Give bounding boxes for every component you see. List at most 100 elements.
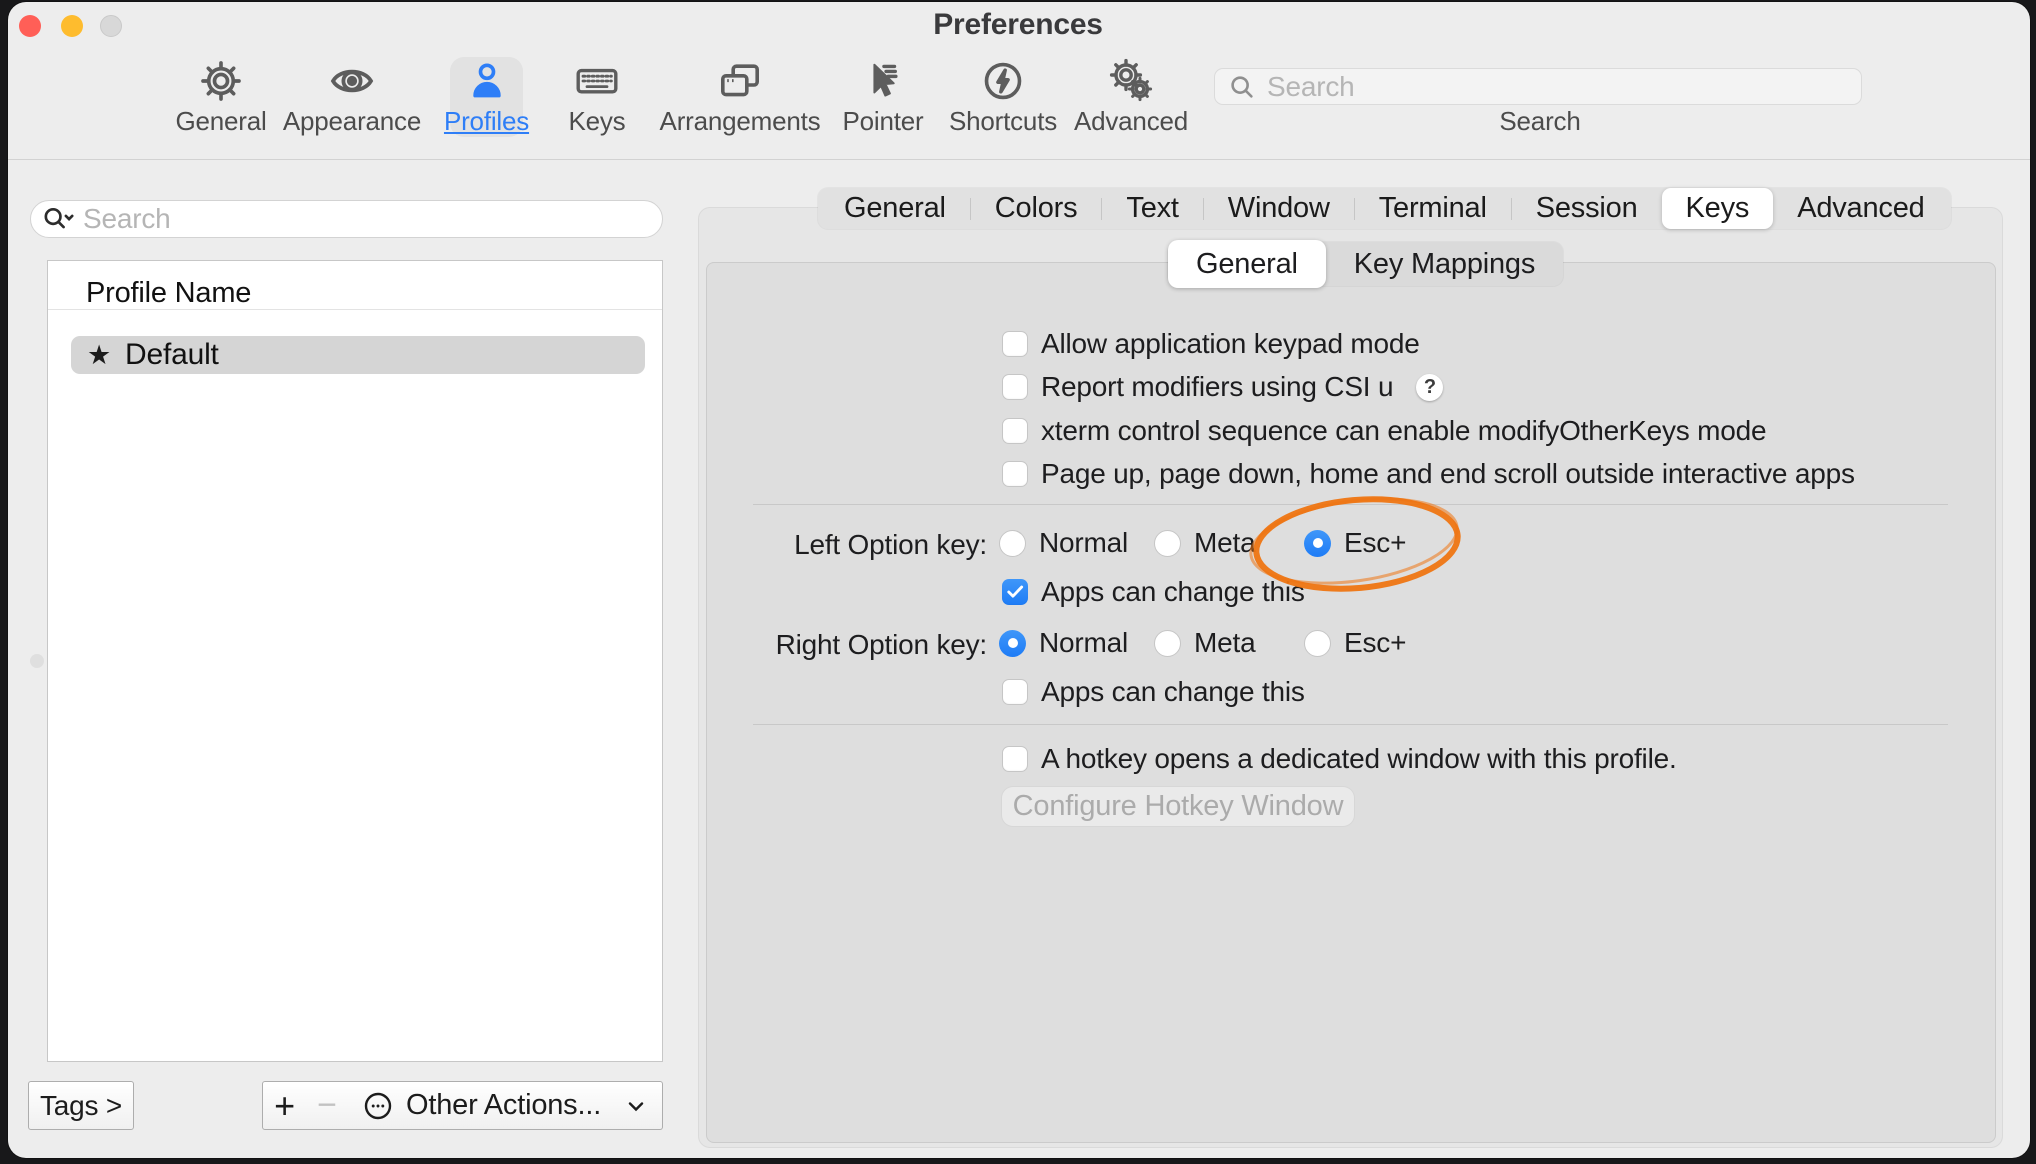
keyboard-icon: [573, 57, 621, 105]
toolbar-label: Advanced: [1074, 106, 1188, 137]
radio-unselected[interactable]: [999, 530, 1026, 557]
checkbox-row-left-apps-can-change[interactable]: Apps can change this: [1002, 578, 1305, 606]
checkbox-unchecked[interactable]: [1002, 418, 1028, 444]
left-option-key-label: Left Option key:: [697, 529, 987, 561]
tab-colors[interactable]: Colors: [971, 188, 1102, 229]
checkbox-label: Apps can change this: [1041, 576, 1305, 608]
profile-list: Profile Name ★ Default: [47, 260, 663, 1062]
toolbar-search-label: Search: [1450, 106, 1630, 137]
toolbar-label: Keys: [568, 106, 625, 137]
radio-label: Esc+: [1344, 527, 1406, 559]
profile-list-header: Profile Name: [86, 277, 251, 310]
toolbar-search-input[interactable]: Search: [1214, 68, 1862, 105]
bolt-circle-icon: [980, 57, 1026, 105]
window-title: Preferences: [8, 8, 2030, 42]
gear-icon: [198, 57, 244, 105]
tab-terminal[interactable]: Terminal: [1355, 188, 1511, 229]
checkbox-label: A hotkey opens a dedicated window with t…: [1041, 743, 1677, 775]
toolbar-item-keys[interactable]: Keys: [532, 57, 662, 137]
toolbar-item-advanced[interactable]: Advanced: [1066, 57, 1196, 137]
gears-icon: [1107, 57, 1155, 105]
toolbar-label: Shortcuts: [949, 106, 1057, 137]
radio-right-meta[interactable]: Meta: [1154, 629, 1255, 657]
radio-right-normal[interactable]: Normal: [999, 629, 1128, 657]
checkbox-label: Report modifiers using CSI u: [1041, 371, 1393, 403]
windows-icon: [716, 57, 764, 105]
radio-selected[interactable]: [1304, 530, 1331, 557]
subtab-key-mappings[interactable]: Key Mappings: [1326, 242, 1563, 286]
list-header-divider: [48, 309, 662, 310]
toolbar-search-placeholder: Search: [1267, 71, 1355, 103]
tags-button[interactable]: Tags >: [28, 1081, 134, 1130]
radio-selected[interactable]: [999, 630, 1026, 657]
profile-search-input[interactable]: Search: [30, 200, 663, 238]
add-profile-button[interactable]: +: [262, 1081, 307, 1130]
toolbar-item-pointer[interactable]: Pointer: [818, 57, 948, 137]
radio-unselected[interactable]: [1154, 530, 1181, 557]
checkbox-unchecked[interactable]: [1002, 331, 1028, 357]
star-icon: ★: [87, 342, 111, 369]
profile-tab-bar: General Colors Text Window Terminal Sess…: [818, 188, 1951, 229]
remove-profile-button[interactable]: −: [306, 1081, 349, 1130]
check-icon: [1005, 582, 1025, 602]
radio-label: Meta: [1194, 527, 1255, 559]
search-icon: [1227, 72, 1257, 102]
toolbar-item-general[interactable]: General: [156, 57, 286, 137]
configure-hotkey-window-button: Configure Hotkey Window: [1002, 787, 1354, 826]
subtab-general[interactable]: General: [1168, 240, 1326, 288]
checkbox-row-right-apps-can-change[interactable]: Apps can change this: [1002, 678, 1305, 706]
toolbar-item-profiles[interactable]: Profiles: [450, 57, 523, 137]
preferences-window: Preferences General Appearance Profiles: [8, 2, 2030, 1158]
help-button[interactable]: ?: [1416, 374, 1443, 401]
person-icon: [464, 57, 510, 105]
checkbox-row-scroll-outside[interactable]: Page up, page down, home and end scroll …: [1002, 460, 1855, 488]
checkbox-row-hotkey-window[interactable]: A hotkey opens a dedicated window with t…: [1002, 745, 1677, 773]
pane-splitter-handle[interactable]: [30, 654, 44, 668]
checkbox-unchecked[interactable]: [1002, 679, 1028, 705]
checkbox-unchecked[interactable]: [1002, 746, 1028, 772]
checkbox-label: Apps can change this: [1041, 676, 1305, 708]
checkbox-row-modify-other-keys[interactable]: xterm control sequence can enable modify…: [1002, 417, 1766, 445]
tab-keys[interactable]: Keys: [1662, 188, 1774, 229]
profile-name: Default: [125, 338, 219, 372]
checkbox-row-keypad-mode[interactable]: Allow application keypad mode: [1002, 330, 1420, 358]
radio-left-meta[interactable]: Meta: [1154, 529, 1255, 557]
radio-left-esc[interactable]: Esc+: [1304, 529, 1406, 557]
profile-row-default[interactable]: ★ Default: [71, 336, 645, 374]
checkbox-checked[interactable]: [1002, 579, 1028, 605]
toolbar-label: Profiles: [444, 106, 529, 137]
toolbar-label: Appearance: [283, 106, 421, 137]
profile-search-placeholder: Search: [83, 203, 171, 235]
radio-unselected[interactable]: [1304, 630, 1331, 657]
radio-left-normal[interactable]: Normal: [999, 529, 1128, 557]
toolbar-item-shortcuts[interactable]: Shortcuts: [938, 57, 1068, 137]
checkbox-unchecked[interactable]: [1002, 374, 1028, 400]
radio-right-esc[interactable]: Esc+: [1304, 629, 1406, 657]
checkbox-label: xterm control sequence can enable modify…: [1041, 415, 1766, 447]
radio-unselected[interactable]: [1154, 630, 1181, 657]
checkbox-unchecked[interactable]: [1002, 461, 1028, 487]
radio-label: Meta: [1194, 627, 1255, 659]
tab-window[interactable]: Window: [1204, 188, 1354, 229]
radio-label: Esc+: [1344, 627, 1406, 659]
right-option-key-label: Right Option key:: [697, 629, 987, 661]
toolbar-divider: [8, 159, 2030, 160]
section-divider: [753, 504, 1948, 505]
toolbar-label: Arrangements: [660, 106, 821, 137]
checkbox-row-csi-u[interactable]: Report modifiers using CSI u ?: [1002, 373, 1443, 401]
section-divider: [753, 724, 1948, 725]
chevron-down-icon: [624, 1094, 648, 1118]
toolbar-item-arrangements[interactable]: Arrangements: [665, 57, 815, 137]
tab-session[interactable]: Session: [1512, 188, 1662, 229]
keys-subtab-bar: General Key Mappings: [1168, 242, 1563, 286]
tab-general[interactable]: General: [820, 188, 970, 229]
search-filter-icon: [41, 203, 75, 235]
tab-text[interactable]: Text: [1102, 188, 1202, 229]
tab-advanced[interactable]: Advanced: [1773, 188, 1948, 229]
other-actions-dropdown[interactable]: Other Actions...: [348, 1081, 663, 1130]
other-actions-label: Other Actions...: [406, 1089, 612, 1122]
toolbar-item-appearance[interactable]: Appearance: [287, 57, 417, 137]
ellipsis-circle-icon: [362, 1090, 394, 1122]
toolbar-label: General: [175, 106, 266, 137]
radio-label: Normal: [1039, 527, 1128, 559]
